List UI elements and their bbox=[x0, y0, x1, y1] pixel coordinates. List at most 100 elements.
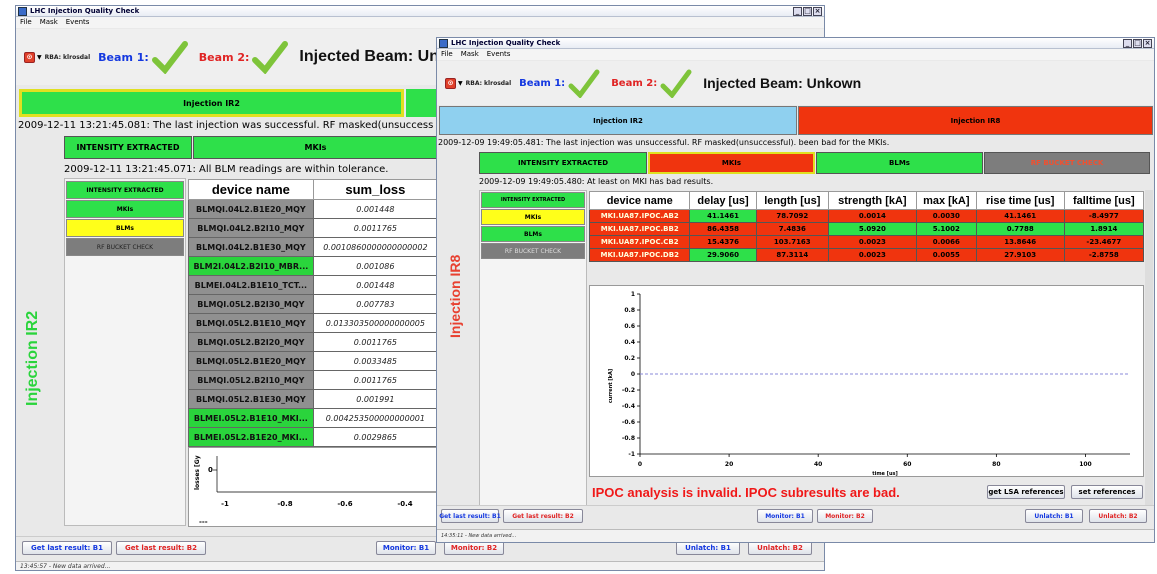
maximize-icon[interactable]: □ bbox=[803, 7, 812, 16]
tab-injection-ir2[interactable]: Injection IR2 bbox=[19, 89, 404, 117]
table-row[interactable]: BLMQI.05L2.B2I30_MQY 0.007783 bbox=[188, 294, 439, 314]
left-menubar: File Mask Events bbox=[16, 17, 824, 28]
col-header[interactable]: length [us] bbox=[755, 191, 829, 210]
right-side-mkis[interactable]: MKIs bbox=[481, 209, 585, 225]
device-name-cell: BLMQI.05L2.B2I30_MQY bbox=[188, 294, 314, 314]
device-name-cell: BLMQI.05L2.B2I20_MQY bbox=[188, 332, 314, 352]
get-lsa-references-button[interactable]: get LSA references bbox=[987, 485, 1065, 499]
table-row[interactable]: BLM2I.04L2.B2I10_MBR... 0.001086 bbox=[188, 256, 439, 276]
table-row[interactable]: MKI.UA87.IPOC.BB2 86.4358 7.4836 5.0920 5.10… bbox=[588, 222, 1145, 236]
sum-loss-cell: 0.001991 bbox=[312, 389, 439, 409]
device-name-cell: BLMQI.05L2.B1E30_MQY bbox=[188, 389, 314, 409]
subtab-intensity[interactable]: INTENSITY EXTRACTED bbox=[64, 136, 192, 159]
y-tick-label: -1 bbox=[628, 451, 635, 458]
x-tick-label: 40 bbox=[814, 461, 822, 468]
right-side-intensity[interactable]: INTENSITY EXTRACTED bbox=[481, 192, 585, 208]
y-tick-label: 0.8 bbox=[624, 307, 635, 314]
close-icon[interactable]: × bbox=[1143, 39, 1152, 48]
sum-loss-cell: 0.0011765 bbox=[312, 332, 439, 352]
right-subtab-intensity[interactable]: INTENSITY EXTRACTED bbox=[479, 152, 647, 174]
right-side-blms[interactable]: BLMs bbox=[481, 226, 585, 242]
col-sum-loss[interactable]: sum_loss bbox=[312, 179, 439, 200]
right-subtab-rf[interactable]: RF BUCKET CHECK bbox=[984, 152, 1150, 174]
table-row[interactable]: BLMQI.04L2.B1E30_MQY 0.001086000000000000… bbox=[188, 237, 439, 257]
col-header[interactable]: device name bbox=[588, 191, 691, 210]
table-row[interactable]: MKI.UA87.IPOC.AB2 41.1461 78.7092 0.0014 0.0… bbox=[588, 209, 1145, 223]
maximize-icon[interactable]: □ bbox=[1133, 39, 1142, 48]
left-unlatch-b1[interactable]: Unlatch: B1 bbox=[676, 541, 740, 555]
right-side-rf[interactable]: RF BUCKET CHECK bbox=[481, 243, 585, 259]
table-row[interactable]: MKI.UA87.IPOC.CB2 15.4376 103.7163 0.0023 0.… bbox=[588, 235, 1145, 249]
dropdown-arrow-icon[interactable]: ▼ bbox=[37, 54, 42, 61]
right-unlatch-b2[interactable]: Unlatch: B2 bbox=[1089, 509, 1147, 523]
table-row[interactable]: BLMQI.05L2.B1E10_MQY 0.013303500000000005 bbox=[188, 313, 439, 333]
table-row[interactable]: BLMEI.05L2.B1E20_MKI... 0.0029865 bbox=[188, 427, 439, 447]
col-header[interactable]: delay [us] bbox=[689, 191, 757, 210]
table-row[interactable]: BLMEI.05L2.B1E10_MKI... 0.004253500000000… bbox=[188, 408, 439, 428]
table-row[interactable]: BLMQI.05L2.B1E20_MQY 0.0033485 bbox=[188, 351, 439, 371]
menu-events[interactable]: Events bbox=[66, 17, 90, 28]
right-scrollbar[interactable] bbox=[1145, 190, 1153, 510]
right-unlatch-b1[interactable]: Unlatch: B1 bbox=[1025, 509, 1083, 523]
side-intensity[interactable]: INTENSITY EXTRACTED bbox=[66, 181, 184, 199]
table-row[interactable]: BLMQI.04L2.B2I10_MQY 0.0011765 bbox=[188, 218, 439, 238]
side-rf-bucket[interactable]: RF BUCKET CHECK bbox=[66, 238, 184, 256]
minimize-icon[interactable]: _ bbox=[793, 7, 802, 16]
subtab-mkis[interactable]: MKIs bbox=[193, 136, 438, 159]
table-row[interactable]: MKI.UA87.IPOC.DB2 29.9060 87.3114 0.0023 0.0… bbox=[588, 248, 1145, 262]
right-get-last-b2[interactable]: Get last result: B2 bbox=[503, 509, 583, 523]
tab-injection-ir8-right[interactable]: Injection IR8 bbox=[798, 106, 1153, 135]
left-monitor-b2[interactable]: Monitor: B2 bbox=[444, 541, 504, 555]
value-cell: 0.0055 bbox=[915, 248, 977, 262]
left-get-last-b2[interactable]: Get last result: B2 bbox=[116, 541, 206, 555]
right-monitor-b2[interactable]: Monitor: B2 bbox=[817, 509, 873, 523]
side-mkis[interactable]: MKIs bbox=[66, 200, 184, 218]
sum-loss-cell: 0.0010860000000000002 bbox=[312, 237, 439, 257]
value-cell: 0.0014 bbox=[827, 209, 917, 223]
right-subtab-blms[interactable]: BLMs bbox=[816, 152, 983, 174]
rba-icon-right[interactable]: ⊙ bbox=[445, 77, 456, 89]
y-tick-label: -0.8 bbox=[622, 435, 635, 442]
col-header[interactable]: strength [kA] bbox=[827, 191, 917, 210]
menu-mask-right[interactable]: Mask bbox=[461, 49, 479, 60]
left-monitor-b1[interactable]: Monitor: B1 bbox=[376, 541, 436, 555]
dropdown-arrow-icon[interactable]: ▼ bbox=[458, 80, 463, 87]
menu-events-right[interactable]: Events bbox=[487, 49, 511, 60]
tab-injection-ir2-right[interactable]: Injection IR2 bbox=[439, 106, 797, 135]
device-name-cell: BLMQI.05L2.B1E20_MQY bbox=[188, 351, 314, 371]
ipoc-message: IPOC analysis is invalid. IPOC subresult… bbox=[592, 485, 900, 500]
close-icon[interactable]: × bbox=[813, 7, 822, 16]
col-header[interactable]: falltime [us] bbox=[1063, 191, 1145, 210]
menu-file-right[interactable]: File bbox=[441, 49, 453, 60]
beam1-check-icon bbox=[151, 41, 188, 74]
rba-user-right: RBA: klrosdal bbox=[465, 79, 512, 87]
right-subtab-mkis[interactable]: MKIs bbox=[648, 152, 815, 174]
minimize-icon[interactable]: _ bbox=[1123, 39, 1132, 48]
device-name-cell: MKI.UA87.IPOC.DB2 bbox=[588, 248, 691, 262]
right-monitor-b1[interactable]: Monitor: B1 bbox=[757, 509, 813, 523]
table-row[interactable]: BLMEI.04L2.B1E10_TCT... 0.001448 bbox=[188, 275, 439, 295]
left-unlatch-b2[interactable]: Unlatch: B2 bbox=[748, 541, 812, 555]
rba-icon[interactable]: ⊙ bbox=[24, 51, 35, 63]
table-row[interactable]: BLMQI.04L2.B1E20_MQY 0.001448 bbox=[188, 199, 439, 219]
menu-mask[interactable]: Mask bbox=[40, 17, 58, 28]
value-cell: 1.8914 bbox=[1063, 222, 1145, 236]
menu-file[interactable]: File bbox=[20, 17, 32, 28]
set-references-button[interactable]: set references bbox=[1071, 485, 1143, 499]
window-controls-right: _ □ × bbox=[1123, 39, 1152, 48]
side-blms[interactable]: BLMs bbox=[66, 219, 184, 237]
col-header[interactable]: max [kA] bbox=[915, 191, 977, 210]
right-beam-row: ⊙ ▼ RBA: klrosdal Beam 1: Beam 2: Inject… bbox=[437, 61, 1154, 105]
device-name-cell: BLMEI.05L2.B1E10_MKI... bbox=[188, 408, 314, 428]
left-get-last-b1[interactable]: Get last result: B1 bbox=[22, 541, 112, 555]
right-get-last-b1[interactable]: Get last result: B1 bbox=[439, 509, 501, 523]
y-tick-label: -0.2 bbox=[622, 387, 635, 394]
table-row[interactable]: BLMQI.05L2.B2I10_MQY 0.0011765 bbox=[188, 370, 439, 390]
table-row[interactable]: BLMQI.05L2.B2I20_MQY 0.0011765 bbox=[188, 332, 439, 352]
col-device-name[interactable]: device name bbox=[188, 179, 314, 200]
tab-injection-ir8[interactable] bbox=[406, 89, 436, 117]
col-header[interactable]: rise time [us] bbox=[975, 191, 1065, 210]
table-row[interactable]: BLMQI.05L2.B1E30_MQY 0.001991 bbox=[188, 389, 439, 409]
right-vertical-label: Injection IR8 bbox=[447, 254, 463, 338]
value-cell: -8.4977 bbox=[1063, 209, 1145, 223]
